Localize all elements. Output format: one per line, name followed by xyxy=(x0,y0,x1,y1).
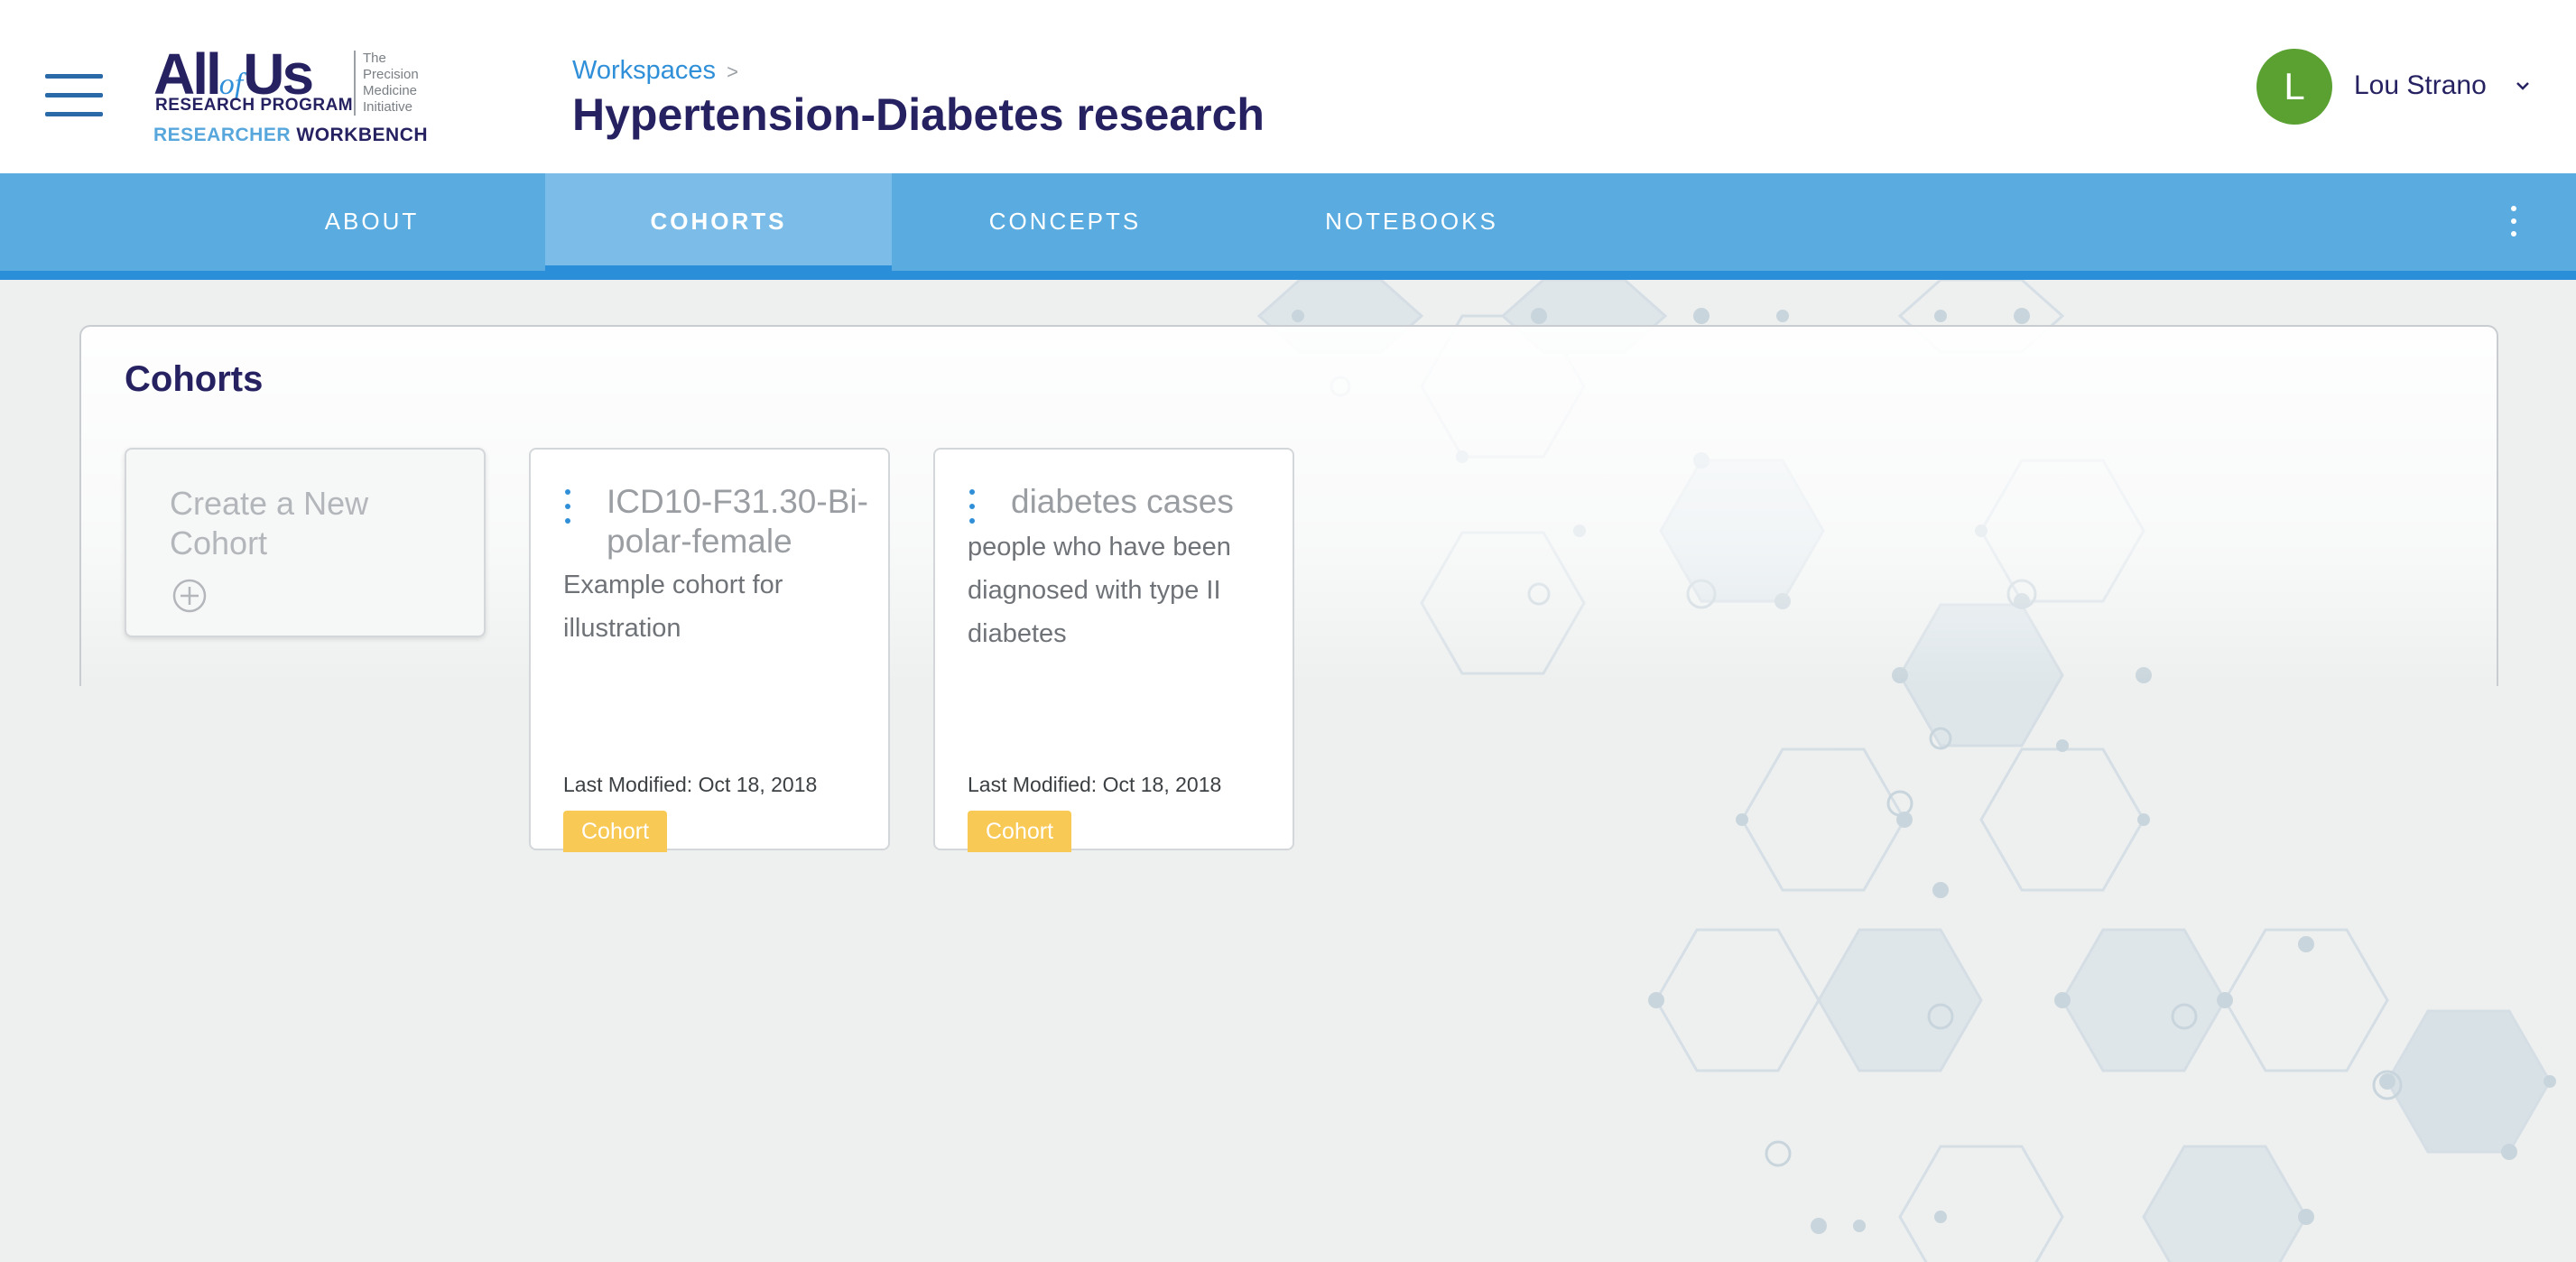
tab-cohorts[interactable]: COHORTS xyxy=(545,173,892,280)
cohort-type-badge: Cohort xyxy=(968,811,1072,852)
page-title: Hypertension-Diabetes research xyxy=(572,89,1265,140)
cohort-description: people who have been diagnosed with type… xyxy=(968,533,1231,648)
cohorts-heading: Cohorts xyxy=(125,359,264,399)
tab-concepts[interactable]: CONCEPTS xyxy=(892,173,1238,271)
logo-divider xyxy=(354,51,356,116)
user-avatar[interactable]: L xyxy=(2256,49,2332,125)
breadcrumb-workspaces-link[interactable]: Workspaces xyxy=(572,56,716,85)
add-circle-icon[interactable] xyxy=(171,578,208,614)
app-header: AllofUs RESEARCH PROGRAM The Precision M… xyxy=(0,0,2576,173)
breadcrumb: Workspaces > xyxy=(572,56,738,86)
user-name[interactable]: Lou Strano xyxy=(2354,70,2487,101)
cohort-last-modified: Last Modified: Oct 18, 2018 xyxy=(563,773,818,796)
cohort-last-modified: Last Modified: Oct 18, 2018 xyxy=(968,773,1222,796)
cohort-name-link[interactable]: diabetes cases xyxy=(1011,482,1273,522)
logo-workbench-text: RESEARCHER WORKBENCH xyxy=(153,125,429,145)
cohort-card[interactable]: ICD10-F31.30-Bi-polar-female Example coh… xyxy=(529,448,890,852)
logo-tagline: The Precision Medicine Initiative xyxy=(363,51,419,115)
more-options-icon[interactable] xyxy=(2500,202,2527,242)
cohort-type-badge: Cohort xyxy=(563,811,668,852)
all-of-us-logo[interactable]: AllofUs RESEARCH PROGRAM The Precision M… xyxy=(153,45,442,149)
workspace-tab-bar: ABOUT COHORTS CONCEPTS NOTEBOOKS xyxy=(0,173,2576,280)
card-menu-icon[interactable] xyxy=(554,489,581,531)
breadcrumb-separator: > xyxy=(727,60,738,83)
cohort-description: Example cohort for illustration xyxy=(563,571,783,643)
cohort-name-link[interactable]: ICD10-F31.30-Bi-polar-female xyxy=(607,482,868,561)
cohort-card[interactable]: diabetes cases people who have been diag… xyxy=(933,448,1294,852)
tab-about[interactable]: ABOUT xyxy=(199,173,545,271)
tab-notebooks[interactable]: NOTEBOOKS xyxy=(1238,173,1585,271)
create-cohort-card[interactable]: Create a New Cohort xyxy=(125,448,486,637)
logo-program-text: RESEARCH PROGRAM xyxy=(155,96,354,115)
chevron-down-icon[interactable] xyxy=(2515,78,2531,94)
hamburger-menu-icon[interactable] xyxy=(45,70,103,121)
create-cohort-label: Create a New Cohort xyxy=(170,485,369,561)
